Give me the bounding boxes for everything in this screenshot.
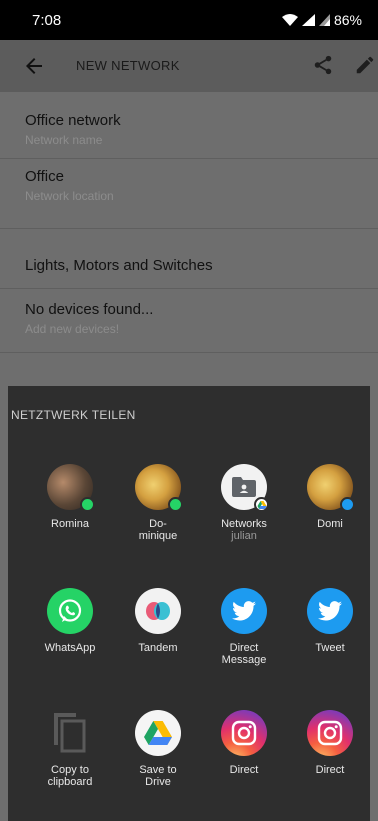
status-time: 7:08 xyxy=(32,12,62,29)
cellular-signal-icon xyxy=(301,14,315,26)
back-arrow-icon[interactable] xyxy=(22,54,46,78)
page-title: NEW NETWORK xyxy=(76,58,180,73)
shared-folder-icon xyxy=(221,464,269,512)
cellular-signal-secondary-icon xyxy=(318,14,330,26)
share-sheet: NETZTWERK TEILEN Romina Do- minique Netw… xyxy=(8,386,370,821)
divider xyxy=(0,158,378,159)
twitter-icon xyxy=(307,588,353,634)
share-app-label: Direct Message xyxy=(221,642,267,666)
network-location-hint: Network location xyxy=(25,189,114,203)
share-app-label: Copy to clipboard xyxy=(47,764,93,788)
share-app-label: Save to Drive xyxy=(139,764,177,788)
network-name-hint: Network name xyxy=(25,133,103,147)
share-app-tandem[interactable]: Tandem xyxy=(115,588,201,654)
divider xyxy=(0,228,378,229)
share-app-save-to-drive[interactable]: Save to Drive xyxy=(115,710,201,788)
network-name-value: Office network xyxy=(25,112,121,129)
divider xyxy=(0,288,378,289)
share-app-label: Direct xyxy=(229,764,259,776)
drive-icon xyxy=(135,710,181,756)
whatsapp-icon xyxy=(80,497,95,512)
share-sheet-title: NETZTWERK TEILEN xyxy=(11,408,136,422)
devices-section-title: Lights, Motors and Switches xyxy=(25,257,213,274)
share-app-label: Tandem xyxy=(138,642,178,654)
status-icons: 86% xyxy=(281,12,362,28)
share-app-instagram-direct-2[interactable]: Direct xyxy=(287,710,373,776)
divider xyxy=(0,352,378,353)
network-name-field[interactable]: Office network Network name xyxy=(25,112,121,147)
contact-avatar xyxy=(307,464,355,512)
wifi-icon xyxy=(281,14,298,26)
share-app-tweet[interactable]: Tweet xyxy=(287,588,373,654)
direct-share-label: Romina xyxy=(51,518,89,530)
share-app-copy-clipboard[interactable]: Copy to clipboard xyxy=(27,710,113,788)
share-app-label: WhatsApp xyxy=(44,642,96,654)
share-icon[interactable] xyxy=(312,54,334,76)
network-location-field[interactable]: Office Network location xyxy=(25,168,114,203)
share-app-whatsapp[interactable]: WhatsApp xyxy=(27,588,113,654)
no-devices-title: No devices found... xyxy=(25,301,154,318)
network-location-value: Office xyxy=(25,168,64,185)
share-app-label: Direct xyxy=(315,764,345,776)
contact-avatar xyxy=(135,464,183,512)
direct-share-label: Domi xyxy=(317,518,343,530)
status-bar: 7:08 86% xyxy=(0,0,378,40)
contact-avatar xyxy=(47,464,95,512)
app-bar: NEW NETWORK xyxy=(0,40,378,92)
no-devices-item[interactable]: No devices found... Add new devices! xyxy=(25,301,153,336)
edit-icon[interactable] xyxy=(354,54,376,76)
twitter-icon xyxy=(340,497,355,512)
direct-share-label: Networks xyxy=(221,518,267,530)
whatsapp-icon xyxy=(168,497,183,512)
direct-share-romina[interactable]: Romina xyxy=(27,464,113,530)
direct-share-label: Do- minique xyxy=(138,518,178,542)
instagram-icon xyxy=(307,710,353,756)
no-devices-hint: Add new devices! xyxy=(25,322,120,336)
direct-share-networks[interactable]: Networks julian xyxy=(201,464,287,542)
copy-icon xyxy=(47,710,93,756)
direct-share-sublabel: julian xyxy=(231,530,257,542)
twitter-icon xyxy=(221,588,267,634)
instagram-icon xyxy=(221,710,267,756)
battery-percent: 86% xyxy=(333,12,362,28)
whatsapp-icon xyxy=(47,588,93,634)
drive-icon xyxy=(254,497,269,512)
direct-share-domi[interactable]: Domi xyxy=(287,464,373,530)
direct-share-dominique[interactable]: Do- minique xyxy=(115,464,201,542)
share-app-label: Tweet xyxy=(315,642,345,654)
tandem-icon xyxy=(135,588,181,634)
share-app-direct-message[interactable]: Direct Message xyxy=(201,588,287,666)
share-app-instagram-direct[interactable]: Direct xyxy=(201,710,287,776)
